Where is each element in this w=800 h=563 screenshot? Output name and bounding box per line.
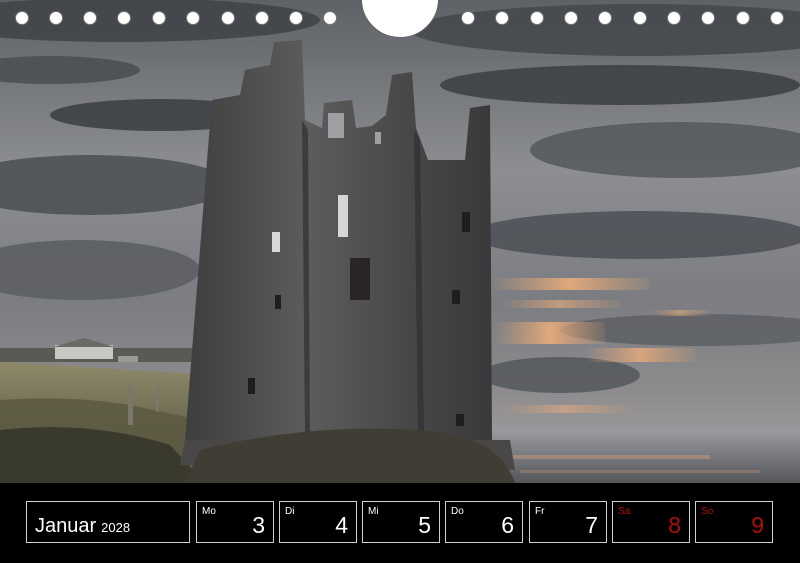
binding-hole [461,11,475,25]
binding-hole [83,11,97,25]
weekday-label: So [701,506,714,517]
binding-holes [0,0,800,40]
day-cell-weekend: So 9 [695,501,773,543]
binding-hole [495,11,509,25]
binding-hole [255,11,269,25]
weekday-label: Sa [618,506,631,517]
day-number: 9 [751,512,764,538]
day-number: 6 [501,512,514,538]
weekday-label: Mo [202,506,216,517]
day-cell: Do 6 [445,501,523,543]
castle-photo [0,0,800,483]
day-number: 5 [418,512,431,538]
binding-hole [117,11,131,25]
binding-hole [564,11,578,25]
day-cell: Mi 5 [362,501,440,543]
month-name: Januar [35,515,97,537]
binding-hole [667,11,681,25]
day-number: 8 [668,512,681,538]
binding-hole [598,11,612,25]
day-number: 3 [252,512,265,538]
binding-hole [633,11,647,25]
weekday-label: Do [451,506,464,517]
day-number: 4 [335,512,348,538]
binding-hole [15,11,29,25]
day-cell: Mo 3 [196,501,274,543]
weekday-label: Mi [368,506,379,517]
binding-hole [770,11,784,25]
hanger-cutout [361,0,439,38]
binding-hole [736,11,750,25]
day-cell-weekend: Sa 8 [612,501,690,543]
binding-hole [49,11,63,25]
binding-hole [701,11,715,25]
day-cell: Di 4 [279,501,357,543]
binding-hole [186,11,200,25]
binding-hole [323,11,337,25]
binding-hole [221,11,235,25]
day-cell: Fr 7 [529,501,607,543]
binding-hole [530,11,544,25]
calendar-strip: Januar 2028 Mo 3 Di 4 Mi 5 Do 6 Fr 7 Sa … [0,483,800,563]
month-year: 2028 [101,520,131,535]
month-label: Januar 2028 [26,501,190,543]
weekday-label: Fr [535,506,545,517]
day-number: 7 [585,512,598,538]
binding-hole [289,11,303,25]
binding-hole [152,11,166,25]
weekday-label: Di [285,506,295,517]
